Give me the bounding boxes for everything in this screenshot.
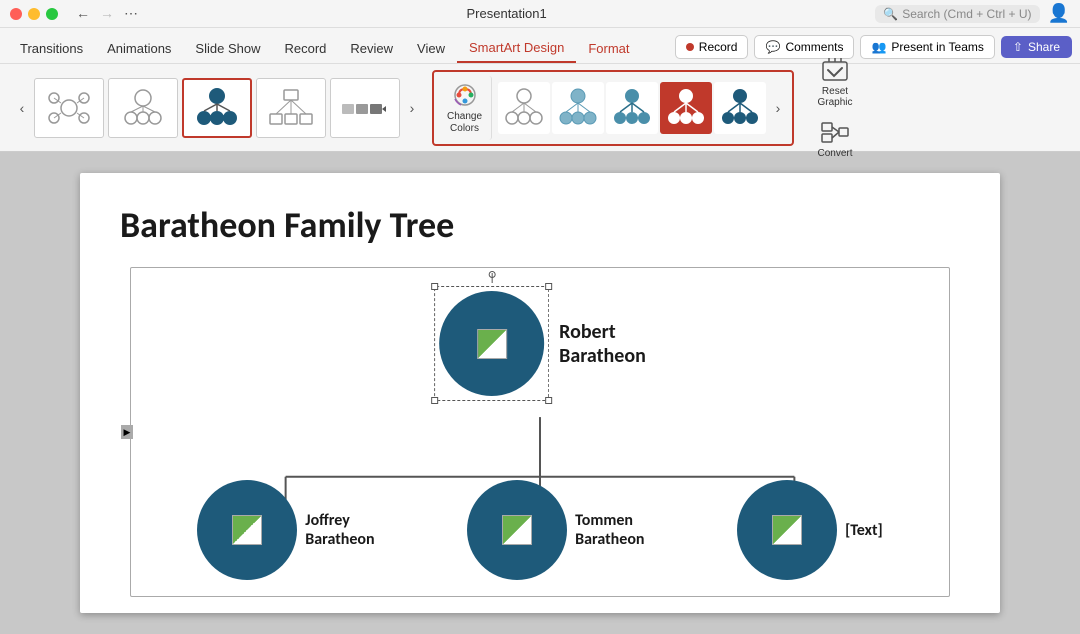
share-icon: ⇧ xyxy=(1013,40,1023,54)
tabs-left: Transitions Animations Slide Show Record… xyxy=(8,33,642,63)
child-node-joffrey[interactable]: JoffreyBaratheon xyxy=(197,480,374,580)
ribbon-toolbar: ‹ xyxy=(0,64,1080,152)
tab-animations[interactable]: Animations xyxy=(95,33,183,63)
layout-thumb-2[interactable] xyxy=(108,78,178,138)
traffic-lights xyxy=(10,8,58,20)
tab-slideshow[interactable]: Slide Show xyxy=(183,33,272,63)
present-teams-button[interactable]: 👥 Present in Teams xyxy=(860,35,994,59)
left-panel-handle[interactable]: ▶ xyxy=(121,425,133,439)
reset-graphic-button[interactable]: ResetGraphic xyxy=(808,52,862,112)
change-colors-label: ChangeColors xyxy=(447,111,482,135)
back-icon[interactable]: ← xyxy=(76,5,90,22)
root-circle xyxy=(439,291,544,396)
ribbon-tabs: Transitions Animations Slide Show Record… xyxy=(0,28,1080,64)
joffrey-label: JoffreyBaratheon xyxy=(305,511,374,549)
text-circle xyxy=(737,480,837,580)
search-bar[interactable]: 🔍 Search (Cmd + Ctrl + U) xyxy=(875,5,1039,23)
layout-thumb-1[interactable] xyxy=(34,78,104,138)
slide-title: Baratheon Family Tree xyxy=(120,203,960,247)
joffrey-image-placeholder xyxy=(232,515,262,545)
layout-thumb-5[interactable] xyxy=(330,78,400,138)
slide[interactable]: Baratheon Family Tree ▶ xyxy=(80,173,1000,613)
layout-prev-button[interactable]: ‹ xyxy=(12,78,32,138)
tommen-circle xyxy=(467,480,567,580)
share-label: Share xyxy=(1028,40,1060,54)
layout-thumbnails xyxy=(34,78,400,138)
tab-review[interactable]: Review xyxy=(338,33,405,63)
text-image-placeholder xyxy=(772,515,802,545)
tab-smartart-design[interactable]: SmartArt Design xyxy=(457,33,576,63)
reset-label: ResetGraphic xyxy=(817,86,852,108)
tab-record[interactable]: Record xyxy=(272,33,338,63)
close-button[interactable] xyxy=(10,8,22,20)
window-title: Presentation1 xyxy=(467,6,547,21)
joffrey-circle xyxy=(197,480,297,580)
teams-icon: 👥 xyxy=(871,40,886,54)
style-thumb-5[interactable] xyxy=(714,82,766,134)
root-label: RobertBaratheon xyxy=(559,320,646,368)
slide-panel: Baratheon Family Tree ▶ xyxy=(0,152,1080,634)
record-dot-icon xyxy=(686,43,694,51)
window-controls: ← → ⋯ xyxy=(10,5,138,22)
tab-view[interactable]: View xyxy=(405,33,457,63)
change-colors-button[interactable]: ChangeColors xyxy=(438,76,492,140)
layout-thumb-3[interactable] xyxy=(182,78,252,138)
layout-section: ‹ xyxy=(8,68,426,148)
share-button[interactable]: ⇧ Share xyxy=(1001,36,1072,58)
search-icon: 🔍 xyxy=(883,7,898,21)
styles-section: ChangeColors xyxy=(432,70,794,146)
children-row: JoffreyBaratheon TommenBaratheon xyxy=(131,480,949,580)
forward-icon: → xyxy=(100,5,114,22)
record-label: Record xyxy=(699,40,738,54)
style-thumb-4-selected[interactable] xyxy=(660,82,712,134)
style-thumb-2[interactable] xyxy=(552,82,604,134)
tommen-image-placeholder xyxy=(502,515,532,545)
child-node-tommen[interactable]: TommenBaratheon xyxy=(467,480,644,580)
child-node-text[interactable]: [Text] xyxy=(737,480,883,580)
styles-next-button[interactable]: › xyxy=(768,82,788,134)
style-thumb-3[interactable] xyxy=(606,82,658,134)
reset-convert-section: ResetGraphic Convert xyxy=(808,52,862,163)
tommen-label: TommenBaratheon xyxy=(575,511,644,549)
present-label: Present in Teams xyxy=(891,40,984,54)
smartart-container[interactable]: ▶ xyxy=(130,267,950,597)
search-placeholder: Search (Cmd + Ctrl + U) xyxy=(902,7,1031,21)
record-button[interactable]: Record xyxy=(675,35,749,59)
comments-icon: 💬 xyxy=(765,40,780,54)
root-image-placeholder xyxy=(477,329,507,359)
tab-transitions[interactable]: Transitions xyxy=(8,33,95,63)
root-node[interactable]: RobertBaratheon xyxy=(434,286,646,401)
layout-thumb-4[interactable] xyxy=(256,78,326,138)
maximize-button[interactable] xyxy=(46,8,58,20)
text-label: [Text] xyxy=(845,521,883,540)
tabs-right: Record 💬 Comments 👥 Present in Teams ⇧ S… xyxy=(675,35,1072,63)
more-icon[interactable]: ⋯ xyxy=(124,5,138,22)
minimize-button[interactable] xyxy=(28,8,40,20)
slide-area: Baratheon Family Tree ▶ xyxy=(0,152,1080,634)
tab-format[interactable]: Format xyxy=(576,33,641,63)
user-icon[interactable]: 👤 xyxy=(1048,3,1070,24)
title-bar: ← → ⋯ Presentation1 🔍 Search (Cmd + Ctrl… xyxy=(0,0,1080,28)
title-bar-right: 🔍 Search (Cmd + Ctrl + U) 👤 xyxy=(875,3,1070,24)
layout-next-button[interactable]: › xyxy=(402,78,422,138)
style-thumb-1[interactable] xyxy=(498,82,550,134)
